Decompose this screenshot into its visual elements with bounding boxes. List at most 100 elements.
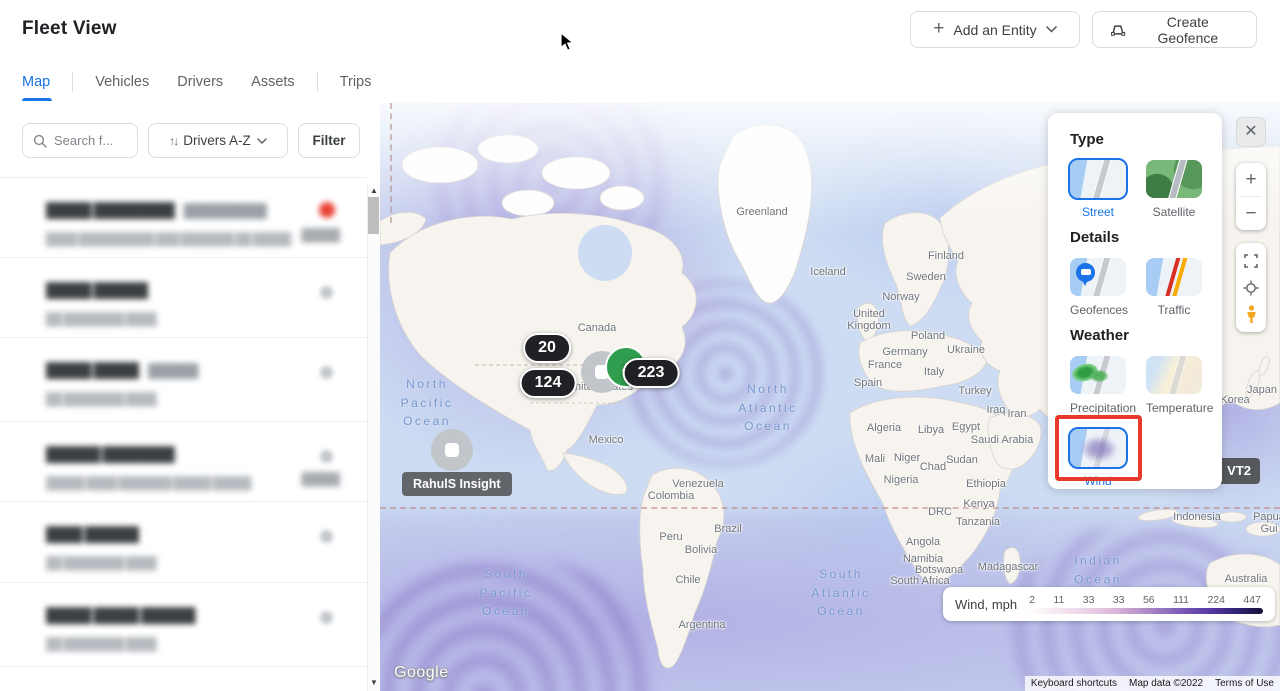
locate-button[interactable] <box>1236 274 1266 301</box>
driver-name: █████ ██████ <box>46 282 148 298</box>
chevron-down-icon <box>1045 26 1057 33</box>
temperature-label: Temperature <box>1146 401 1214 415</box>
zoom-in-button[interactable]: + <box>1236 163 1266 196</box>
driver-meta: ██████████ <box>183 203 267 218</box>
layer-option-geofences[interactable]: Geofences <box>1070 258 1129 317</box>
geofences-label: Geofences <box>1070 303 1129 317</box>
create-geofence-button[interactable]: Create Geofence <box>1092 11 1257 48</box>
driver-name: █████ █████ ██████ <box>46 607 195 623</box>
layer-option-traffic[interactable]: Traffic <box>1146 258 1202 317</box>
layer-option-satellite[interactable]: Satellite <box>1146 160 1202 219</box>
tab-map[interactable]: Map <box>22 70 64 101</box>
driver-list-item[interactable]: █████ █████ ██████ ██ ████████ ████ <box>0 583 367 667</box>
wind-legend-scale: 2 11 33 33 56 111 224 447 <box>1027 594 1263 614</box>
search-input[interactable] <box>54 133 124 148</box>
app-header: Fleet View + Add an Entity Create Geofen… <box>0 0 1280 103</box>
precipitation-thumbnail <box>1070 356 1126 394</box>
tab-divider <box>72 72 74 92</box>
status-icon <box>320 611 333 624</box>
search-field[interactable] <box>22 123 138 158</box>
google-logo: Google <box>394 664 449 681</box>
status-icon <box>320 366 333 379</box>
layer-option-precipitation[interactable]: Precipitation <box>1070 356 1136 415</box>
traffic-label: Traffic <box>1157 303 1191 317</box>
legend-tick: 11 <box>1053 594 1065 606</box>
terms-of-use-link[interactable]: Terms of Use <box>1209 676 1280 691</box>
status-icon <box>320 286 333 299</box>
add-entity-label: Add an Entity <box>953 21 1037 38</box>
weather-options: Precipitation Temperature <box>1070 356 1222 415</box>
driver-location: ██ ████████ ████ <box>46 392 157 406</box>
geofences-thumbnail <box>1070 258 1126 296</box>
search-icon <box>33 134 47 148</box>
sort-dropdown[interactable]: ↑↓ Drivers A-Z <box>148 123 288 158</box>
layer-option-temperature[interactable]: Temperature <box>1146 356 1214 415</box>
type-options: Street Satellite <box>1068 158 1222 219</box>
marker-label[interactable]: RahulS Insight <box>402 472 512 496</box>
traffic-thumbnail <box>1146 258 1202 296</box>
wind-blob <box>1082 437 1116 461</box>
driver-location: ██ ████████ ████ <box>46 312 157 326</box>
geofence-icon <box>1111 24 1126 36</box>
driver-right-meta: █████ <box>301 228 340 242</box>
vehicle-marker-glyph <box>445 443 459 457</box>
cluster-marker[interactable]: 223 <box>622 358 680 388</box>
road-graphic <box>1164 160 1190 198</box>
wind-legend-gradient <box>1027 608 1263 614</box>
close-panel-button[interactable]: ✕ <box>1236 117 1266 147</box>
legend-tick: 56 <box>1142 594 1155 606</box>
street-label: Street <box>1081 205 1114 219</box>
driver-location: ██ ████████ ████ <box>46 556 157 570</box>
legend-tick: 2 <box>1029 594 1035 606</box>
cluster-marker[interactable]: 20 <box>523 333 571 363</box>
tab-bar: Map Vehicles Drivers Assets Trips <box>22 70 386 101</box>
fleet-view-app: North Pacific Ocean North Atlantic Ocean S… <box>0 0 1280 691</box>
driver-list-item[interactable]: ██████ ████████ █████ ████ ███████ █████ … <box>0 422 367 502</box>
details-section-title: Details <box>1070 229 1120 246</box>
tab-drivers[interactable]: Drivers <box>163 70 237 94</box>
driver-location: ████ ██████████ ███ ███████ ██ █████ <box>46 232 291 246</box>
driver-list-item[interactable]: ████ ██████ ██ ████████ ████ <box>0 502 367 583</box>
details-options: Geofences Traffic <box>1070 258 1222 317</box>
tab-vehicles[interactable]: Vehicles <box>81 70 163 94</box>
legend-tick: 111 <box>1173 594 1190 606</box>
scrollbar-track[interactable] <box>367 185 380 691</box>
sidebar-controls: ↑↓ Drivers A-Z Filter <box>22 123 360 158</box>
legend-tick: 33 <box>1082 594 1095 606</box>
keyboard-shortcuts-link[interactable]: Keyboard shortcuts <box>1024 676 1123 691</box>
tab-assets[interactable]: Assets <box>237 70 309 94</box>
fullscreen-button[interactable] <box>1236 247 1266 274</box>
driver-location: █████ ████ ███████ █████ █████ <box>46 476 251 490</box>
driver-list-item[interactable]: █████ ██████ ██ ████████ ████ <box>0 258 367 338</box>
type-section-title: Type <box>1070 131 1104 148</box>
layer-option-wind[interactable]: Wind <box>1068 427 1128 488</box>
driver-list-item[interactable]: █████ █████████ ██████████ ████ ██████████… <box>0 178 367 258</box>
tab-trips[interactable]: Trips <box>326 70 386 94</box>
scrollbar-down-arrow[interactable]: ▼ <box>369 678 379 687</box>
scrollbar-thumb[interactable] <box>368 197 379 234</box>
wind-legend-ticks: 2 11 33 33 56 111 224 447 <box>1027 594 1263 606</box>
chevron-down-icon <box>257 137 267 144</box>
zoom-out-button[interactable]: − <box>1236 197 1266 230</box>
zoom-controls: + − <box>1236 163 1266 230</box>
sort-label: Drivers A-Z <box>183 133 251 148</box>
driver-name: ████ ██████ <box>46 526 139 542</box>
cluster-marker[interactable]: 124 <box>519 368 577 398</box>
map-utility-controls <box>1236 243 1266 332</box>
filter-button[interactable]: Filter <box>298 123 360 158</box>
driver-sidebar: ↑↓ Drivers A-Z Filter █████ ████████████… <box>0 103 380 691</box>
sort-arrows-icon: ↑↓ <box>169 133 179 148</box>
vehicle-marker[interactable] <box>431 429 473 471</box>
scrollbar-up-arrow[interactable]: ▲ <box>369 186 379 195</box>
driver-name: ██████ ████████ <box>46 446 175 462</box>
fullscreen-icon <box>1244 253 1258 268</box>
weather-section-title: Weather <box>1070 327 1129 344</box>
add-entity-button[interactable]: + Add an Entity <box>910 11 1080 48</box>
road-graphic <box>1164 356 1190 394</box>
driver-list-item[interactable]: █████ █████ ██████ ██ ████████ ████ <box>0 338 367 422</box>
layer-option-street[interactable]: Street <box>1068 158 1128 219</box>
pegman-button[interactable] <box>1236 301 1266 328</box>
wind-legend-label: Wind, mph <box>955 596 1018 612</box>
satellite-thumbnail <box>1146 160 1202 198</box>
map-data-copyright: Map data ©2022 <box>1123 676 1210 691</box>
